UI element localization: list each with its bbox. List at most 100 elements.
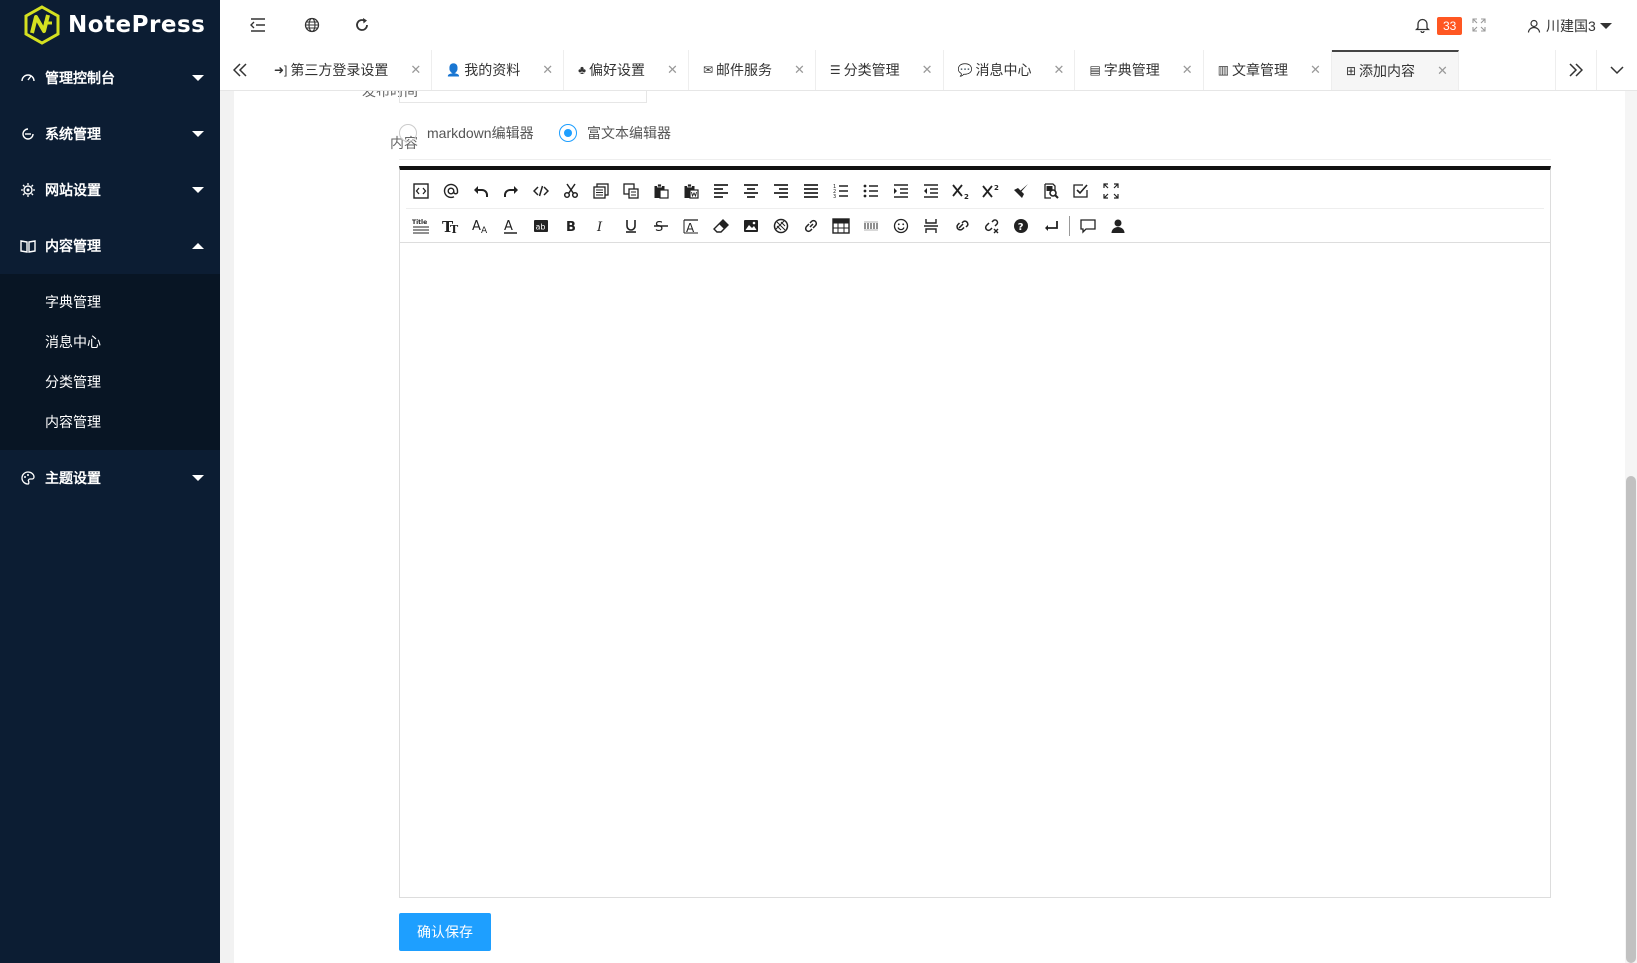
code-button[interactable] [526,177,556,205]
tab-third-party-login[interactable]: ➜] 第三方登录设置 ✕ [260,50,433,90]
tab-categories[interactable]: ☰ 分类管理 ✕ [816,50,944,90]
radio-markdown-editor[interactable]: markdown编辑器 [399,123,534,143]
insert-link-button[interactable] [796,212,826,240]
indent-button[interactable] [886,177,916,205]
insert-table-button[interactable] [826,212,856,240]
tabs-scroll-right-button[interactable] [1555,50,1596,90]
logo[interactable]: NotePress [0,0,220,50]
anchor-link-button[interactable] [946,212,976,240]
tab-articles[interactable]: ▥ 文章管理 ✕ [1204,50,1332,90]
line-break-button[interactable] [1036,212,1066,240]
font-family-button[interactable]: TT [436,212,466,240]
scrollbar[interactable] [1625,91,1637,963]
italic-button[interactable]: I [586,212,616,240]
tab-my-profile[interactable]: 👤 我的资料 ✕ [432,50,565,90]
list-icon: ☰ [829,63,841,77]
paste-word-icon [684,183,699,199]
format-painter-button[interactable] [1006,177,1036,205]
website-button[interactable] [300,13,324,37]
submenu-item-dictionary[interactable]: 字典管理 [0,282,220,322]
insert-image-button[interactable] [736,212,766,240]
mention-button[interactable] [436,177,466,205]
align-center-button[interactable] [736,177,766,205]
text-border-button[interactable]: A [676,212,706,240]
main-content: 发布时间 2020-02-24 10:20:20 内容 markdown编辑器 … [220,91,1637,963]
close-icon[interactable]: ✕ [1182,62,1193,78]
horizontal-rule-button[interactable] [856,212,886,240]
submenu-item-messages[interactable]: 消息中心 [0,322,220,362]
title-button[interactable]: Title [406,212,436,240]
tabs-menu-button[interactable] [1596,50,1637,90]
tab-dictionary[interactable]: ▤ 字典管理 ✕ [1075,50,1204,90]
superscript-button[interactable]: 2 [976,177,1006,205]
user-mention-button[interactable] [1103,212,1133,240]
page-break-icon [924,219,938,233]
align-justify-button[interactable] [796,177,826,205]
editor-body[interactable] [400,243,1550,897]
copy-button[interactable] [586,177,616,205]
notifications-button[interactable] [1410,13,1434,37]
close-icon[interactable]: ✕ [1054,62,1065,78]
fullscreen-editor-button[interactable] [1096,177,1126,205]
paste-word-button[interactable] [676,177,706,205]
redo-button[interactable] [496,177,526,205]
fullscreen-button[interactable] [1467,13,1491,37]
plus-square-icon: ⊞ [1345,64,1356,78]
undo-button[interactable] [466,177,496,205]
align-left-button[interactable] [706,177,736,205]
strikethrough-button[interactable]: S [646,212,676,240]
user-menu[interactable]: 川建国3 [1527,16,1612,36]
source-code-button[interactable] [406,177,436,205]
clear-format-button[interactable] [706,212,736,240]
comment-button[interactable] [1073,212,1103,240]
submenu-item-categories[interactable]: 分类管理 [0,362,220,402]
insert-video-button[interactable] [766,212,796,240]
tab-mail-service[interactable]: ✉ 邮件服务 ✕ [689,50,816,90]
paste-button[interactable] [646,177,676,205]
help-button[interactable]: ? [1006,212,1036,240]
close-icon[interactable]: ✕ [1310,62,1321,78]
sidebar-item-dashboard[interactable]: 管理控制台 [0,50,220,106]
find-replace-button[interactable] [1036,177,1066,205]
background-color-button[interactable]: ab [526,212,556,240]
close-icon[interactable]: ✕ [542,62,553,78]
tab-preferences[interactable]: ♣ 偏好设置 ✕ [564,50,689,90]
font-size-button[interactable]: AA [466,212,496,240]
align-right-button[interactable] [766,177,796,205]
tab-messages[interactable]: 💬 消息中心 ✕ [944,50,1076,90]
outdent-button[interactable] [916,177,946,205]
spellcheck-button[interactable] [1066,177,1096,205]
tab-add-content[interactable]: ⊞ 添加内容 ✕ [1331,50,1459,90]
sidebar-item-theme-settings[interactable]: 主题设置 [0,450,220,506]
radio-rich-text-editor[interactable]: 富文本编辑器 [559,123,671,143]
emoji-button[interactable] [886,212,916,240]
ordered-list-button[interactable]: 123 [826,177,856,205]
strikethrough-icon: S [654,220,668,234]
save-button[interactable]: 确认保存 [399,913,491,951]
scrollbar-thumb[interactable] [1626,476,1636,963]
refresh-button[interactable] [350,13,374,37]
double-chevron-right-icon [1569,63,1583,77]
ordered-list-icon: 123 [833,184,848,199]
font-color-button[interactable]: A [496,212,526,240]
close-icon[interactable]: ✕ [1437,63,1448,79]
copy-format-button[interactable] [616,177,646,205]
sidebar-item-system[interactable]: 系统管理 [0,106,220,162]
bullet-list-button[interactable] [856,177,886,205]
sidebar-item-content-management[interactable]: 内容管理 [0,218,220,274]
close-icon[interactable]: ✕ [922,62,933,78]
underline-button[interactable] [616,212,646,240]
collapse-sidebar-button[interactable] [246,13,270,37]
submenu-item-content[interactable]: 内容管理 [0,402,220,442]
tabs-scroll-left-button[interactable] [220,50,260,90]
close-icon[interactable]: ✕ [410,62,421,78]
unlink-button[interactable] [976,212,1006,240]
subscript-button[interactable]: 2 [946,177,976,205]
close-icon[interactable]: ✕ [794,62,805,78]
cut-button[interactable] [556,177,586,205]
close-icon[interactable]: ✕ [667,62,678,78]
page-break-button[interactable] [916,212,946,240]
sidebar-item-website-settings[interactable]: 网站设置 [0,162,220,218]
publish-date-input[interactable]: 2020-02-24 10:20:20 [399,91,647,103]
bold-button[interactable]: B [556,212,586,240]
